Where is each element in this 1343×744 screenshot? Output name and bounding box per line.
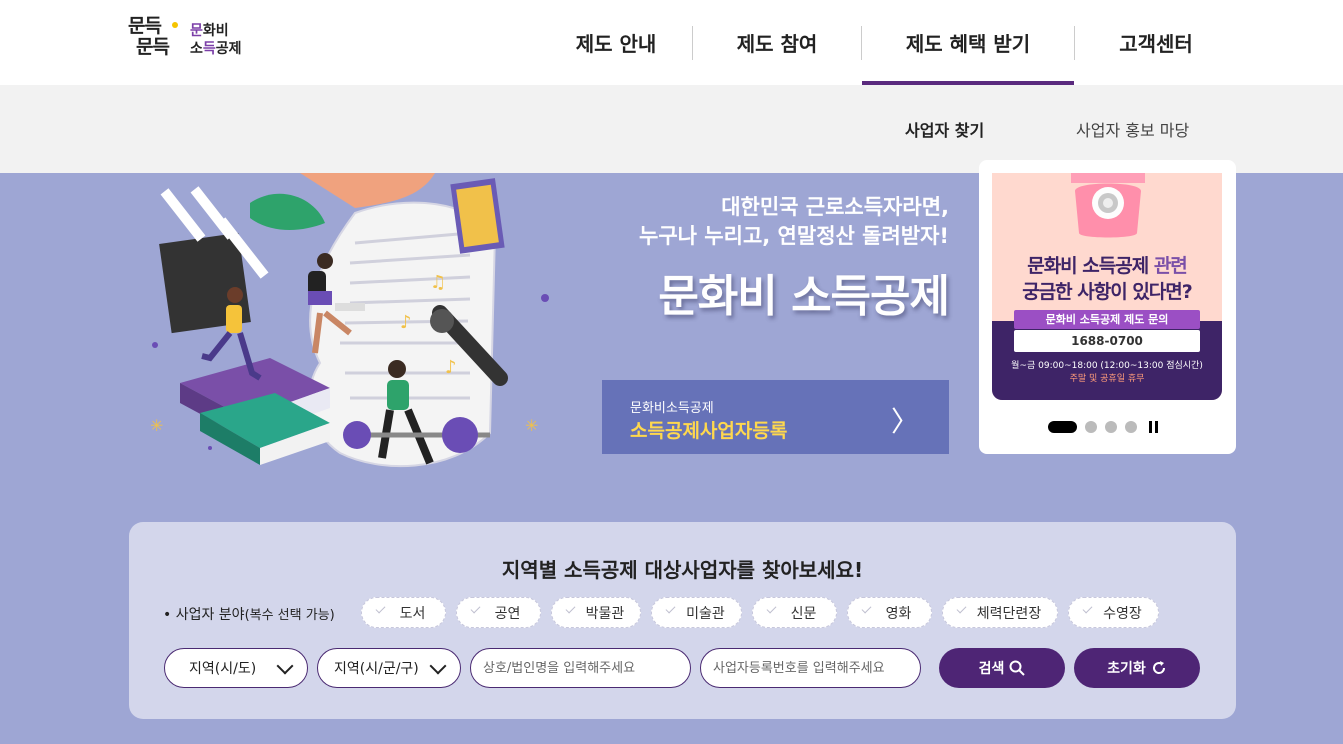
hero-title: 문화비 소득공제 — [658, 271, 950, 322]
banner-hours: 월~금 09:00~18:00 (12:00~13:00 점심시간) 주말 및 … — [992, 360, 1222, 386]
banner-inquiry-pill: 문화비 소득공제 제도 문의 — [1014, 310, 1200, 329]
chevron-down-icon — [276, 657, 294, 675]
slide-dot-4[interactable] — [1125, 421, 1137, 433]
chip-label: 체력단련장 — [976, 605, 1042, 622]
banner-slide[interactable]: 문화비 소득공제 관련 궁금한 사항이 있다면? 문화비 소득공제 제도 문의 … — [992, 173, 1222, 400]
chip-label: 도서 — [399, 605, 426, 622]
banner-question-rest: 관련 — [1148, 255, 1188, 277]
check-icon — [861, 603, 872, 614]
chevron-down-icon — [429, 657, 447, 675]
chevron-right-icon: 〉 — [890, 405, 919, 438]
chip-label: 수영장 — [1103, 605, 1142, 622]
nav-benefits[interactable]: 제도 혜택 받기 — [862, 0, 1074, 85]
chip-label: 박물관 — [585, 605, 625, 622]
region-sigungu-select[interactable]: 지역(시/군/구) — [317, 648, 461, 688]
check-icon — [956, 603, 967, 614]
pause-icon[interactable] — [1149, 421, 1159, 433]
info-banner-card: 문화비 소득공제 관련 궁금한 사항이 있다면? 문화비 소득공제 제도 문의 … — [979, 160, 1236, 454]
chip-label: 미술관 — [686, 605, 725, 622]
subnav-promo[interactable]: 사업자 홍보 마당 — [1076, 117, 1189, 141]
check-icon — [565, 603, 576, 614]
svg-text:♪: ♪ — [445, 357, 457, 378]
hero-subtitle-line1: 대한민국 근로소득자라면, — [721, 195, 949, 219]
search-button-label: 검색 — [978, 660, 1005, 676]
check-icon — [470, 603, 481, 614]
reset-button-label: 초기화 — [1107, 660, 1146, 676]
business-name-input[interactable] — [470, 648, 691, 688]
category-chip-gallery[interactable]: 미술관 — [651, 597, 742, 628]
category-label-note: (복수 선택 가능) — [244, 608, 335, 623]
logo-name-accent: 문 — [190, 23, 203, 39]
logo-mark-line1: 문득 — [128, 15, 162, 37]
category-label-text: • 사업자 분야 — [163, 607, 245, 623]
slide-dot-1[interactable] — [1048, 421, 1077, 433]
search-title: 지역별 소득공제 대상사업자를 찾아보세요! — [501, 558, 864, 582]
register-button-label: 소득공제사업자등록 — [630, 420, 788, 442]
svg-text:✳: ✳ — [150, 416, 163, 435]
banner-question-bold: 문화비 소득공제 — [1027, 255, 1149, 277]
category-chip-newspaper[interactable]: 신문 — [752, 597, 837, 628]
main-nav: 제도 안내 제도 참여 제도 혜택 받기 고객센터 — [540, 0, 1237, 85]
category-chip-performance[interactable]: 공연 — [456, 597, 541, 628]
region-sigungu-value: 지역(시/군/구) — [334, 661, 419, 677]
hero-subtitle-line2: 누구나 누리고, 연말정산 돌려받자! — [639, 224, 949, 248]
category-chip-pool[interactable]: 수영장 — [1068, 597, 1159, 628]
logo-name: 문화비 소득공제 — [190, 22, 242, 58]
category-chip-gym[interactable]: 체력단련장 — [942, 597, 1058, 628]
category-field-label: • 사업자 분야(복수 선택 가능) — [163, 604, 335, 624]
logo-name-line2b: 공제 — [215, 41, 242, 57]
category-chip-museum[interactable]: 박물관 — [551, 597, 641, 628]
region-sido-value: 지역(시/도) — [189, 661, 257, 677]
category-chip-movie[interactable]: 영화 — [847, 597, 932, 628]
telephone-icon — [1071, 173, 1145, 238]
nav-system-guide[interactable]: 제도 안내 — [540, 0, 692, 85]
svg-text:♪: ♪ — [400, 312, 412, 333]
nav-customer-center[interactable]: 고객센터 — [1075, 0, 1237, 85]
check-icon — [375, 603, 386, 614]
check-icon — [1082, 603, 1093, 614]
check-icon — [766, 603, 777, 614]
register-button-caption: 문화비소득공제 — [630, 401, 714, 416]
business-register-button[interactable]: 문화비소득공제 소득공제사업자등록 〉 — [602, 380, 949, 454]
slide-dot-3[interactable] — [1105, 421, 1117, 433]
region-sido-select[interactable]: 지역(시/도) — [164, 648, 308, 688]
banner-question: 문화비 소득공제 관련 궁금한 사항이 있다면? — [992, 253, 1222, 305]
magnifier-icon — [1009, 660, 1026, 676]
logo-dot-icon — [172, 22, 178, 28]
chip-label: 영화 — [885, 605, 912, 622]
reset-button[interactable]: 초기화 — [1074, 648, 1200, 688]
svg-text:✳: ✳ — [525, 416, 538, 435]
check-icon — [665, 603, 676, 614]
business-search-panel: 지역별 소득공제 대상사업자를 찾아보세요! • 사업자 분야(복수 선택 가능… — [129, 522, 1236, 719]
slide-dot-2[interactable] — [1085, 421, 1097, 433]
svg-text:♫: ♫ — [430, 272, 446, 293]
banner-question-line2: 궁금한 사항이 있다면? — [1022, 281, 1193, 303]
slider-pagination — [1048, 421, 1159, 433]
business-number-input[interactable] — [700, 648, 921, 688]
logo-name-accent2: 득 — [202, 41, 216, 57]
logo-name-line1: 화비 — [202, 23, 229, 39]
chip-label: 신문 — [790, 605, 817, 622]
hero-subtitle: 대한민국 근로소득자라면, 누구나 누리고, 연말정산 돌려받자! — [639, 193, 949, 251]
subnav-find-business[interactable]: 사업자 찾기 — [905, 117, 984, 141]
refresh-icon — [1152, 661, 1165, 674]
logo-mark-line2: 문득 — [136, 36, 170, 58]
logo-mark: 문득 문득 — [128, 15, 170, 58]
nav-participate[interactable]: 제도 참여 — [693, 0, 861, 85]
banner-phone-number: 1688-0700 — [1014, 330, 1200, 352]
category-chip-books[interactable]: 도서 — [361, 597, 446, 628]
banner-hours-text: 월~금 09:00~18:00 (12:00~13:00 점심시간) — [1011, 361, 1203, 371]
chip-label: 공연 — [494, 605, 521, 622]
logo-name-line2a: 소 — [190, 41, 203, 57]
banner-holiday-text: 주말 및 공휴일 휴무 — [1069, 374, 1145, 384]
search-button[interactable]: 검색 — [939, 648, 1065, 688]
site-logo[interactable]: 문득 문득 문화비 소득공제 — [128, 16, 258, 66]
category-chips: 도서 공연 박물관 미술관 신문 영화 체력단련장 수영장 — [361, 597, 1159, 628]
hero-illustration: ♫ ♪ ♪ ✳ ✳ — [150, 173, 549, 468]
site-header: 문득 문득 문화비 소득공제 제도 안내 제도 참여 제도 혜택 받기 고객센터 — [0, 0, 1343, 85]
